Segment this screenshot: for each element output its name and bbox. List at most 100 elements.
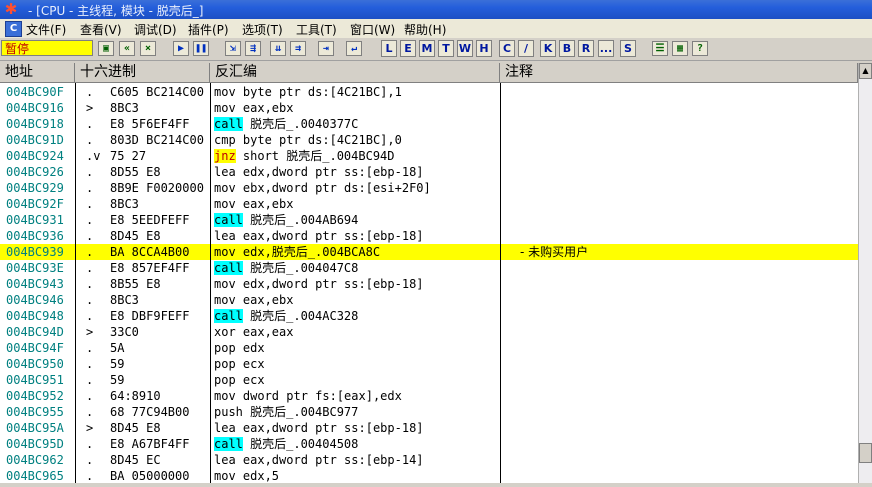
row-address: 004BC924	[6, 149, 64, 163]
column-header-hex[interactable]: 十六进制	[75, 63, 210, 83]
grid-icon[interactable]: ▦	[672, 41, 688, 56]
memory-window-button[interactable]: M	[419, 40, 435, 57]
call-stack-button[interactable]: K	[540, 40, 556, 57]
menu-tools[interactable]: 工具(T)	[296, 21, 337, 38]
scroll-up-icon[interactable]: ▲	[859, 63, 872, 79]
column-header-address[interactable]: 地址	[0, 63, 75, 83]
instruction-row[interactable]: 004BC965. BA 05000000 mov edx,5	[0, 468, 858, 484]
menu-view[interactable]: 查看(V)	[80, 21, 122, 38]
help-icon[interactable]: ?	[692, 41, 708, 56]
instruction-row[interactable]: 004BC916 >8BC3 mov eax,ebx	[0, 100, 858, 116]
cpu-window-button[interactable]: C	[499, 40, 515, 57]
instruction-row[interactable]: 004BC94D >33C0 xor eax,eax	[0, 324, 858, 340]
instruction-row[interactable]: 004BC955. 68 77C94B00 push 脱壳后_.004BC977	[0, 404, 858, 420]
instruction-row[interactable]: 004BC952. 64:8910 mov dword ptr fs:[eax],e…	[0, 388, 858, 404]
row-hex-bytes: 8B55 E8	[110, 277, 161, 291]
toolbar: 暂停 ▣ « × ▶ ❚❚ ⇲ ⇶ ⇊ ⇉ ⇥ ↵ L E M T W H C …	[0, 38, 872, 61]
instruction-row[interactable]: 004BC95D. E8 A67BF4FF call 脱壳后_.00404508	[0, 436, 858, 452]
breakpoints-window-button[interactable]: B	[559, 40, 575, 57]
row-jump-marker: .	[86, 245, 94, 259]
row-address: 004BC931	[6, 213, 64, 227]
modules-window-button[interactable]: E	[400, 40, 416, 57]
log-window-button[interactable]: L	[381, 40, 397, 57]
row-hex-bytes: 803D BC214C00	[110, 133, 204, 147]
row-disassembly: mov byte ptr ds:[4C21BC],1	[214, 85, 402, 99]
instruction-row[interactable]: 004BC92F. 8BC3 mov eax,ebx	[0, 196, 858, 212]
instruction-row[interactable]: 004BC946. 8BC3 mov eax,ebx	[0, 292, 858, 308]
trace-over-icon[interactable]: ⇉	[290, 41, 306, 56]
instruction-row[interactable]: 004BC918. E8 5F6EF4FF call 脱壳后_.0040377C	[0, 116, 858, 132]
pause-icon[interactable]: ❚❚	[193, 41, 209, 56]
row-disassembly: cmp byte ptr ds:[4C21BC],0	[214, 133, 402, 147]
close-process-icon[interactable]: ×	[140, 41, 156, 56]
row-address: 004BC943	[6, 277, 64, 291]
instruction-row[interactable]: 004BC929. 8B9E F0020000 mov ebx,dword ptr …	[0, 180, 858, 196]
selected-instruction-row[interactable]: 004BC939. BA 8CCA4B00 mov edx,脱壳后_.004BCA8…	[0, 244, 858, 260]
menu-window[interactable]: 窗口(W)	[350, 21, 395, 38]
instruction-row[interactable]: 004BC948. E8 DBF9FEFF call 脱壳后_.004AC328	[0, 308, 858, 324]
row-jump-marker: .	[86, 181, 94, 195]
cpu-window-icon[interactable]: C	[5, 21, 22, 37]
handles-window-button[interactable]: H	[476, 40, 492, 57]
patches-window-button[interactable]: /	[518, 40, 534, 57]
instruction-row[interactable]: 004BC93E. E8 857EF4FF call 脱壳后_.004047C8	[0, 260, 858, 276]
row-jump-marker: .	[86, 389, 94, 403]
row-disassembly: mov ebx,dword ptr ds:[esi+2F0]	[214, 181, 431, 195]
menu-plugins[interactable]: 插件(P)	[188, 21, 229, 38]
source-window-button[interactable]: S	[620, 40, 636, 57]
execute-till-return-icon[interactable]: ⇥	[318, 41, 334, 56]
row-hex-bytes: 5A	[110, 341, 125, 355]
vertical-scrollbar[interactable]: ▲	[858, 63, 872, 485]
row-address: 004BC929	[6, 181, 64, 195]
row-jump-marker: .	[86, 437, 94, 451]
column-header-disasm[interactable]: 反汇编	[210, 63, 500, 83]
menu-options[interactable]: 选项(T)	[242, 21, 283, 38]
row-jump-marker: .v	[86, 149, 101, 163]
row-address: 004BC939	[6, 245, 64, 259]
row-disassembly: pop edx	[214, 341, 265, 355]
instruction-row[interactable]: 004BC962. 8D45 EC lea eax,dword ptr ss:[eb…	[0, 452, 858, 468]
instruction-row[interactable]: 004BC95A >8D45 E8 lea eax,dword ptr ss:[eb…	[0, 420, 858, 436]
cpu-disassembly-pane[interactable]: 地址 十六进制 反汇编 注释 004BC90F. C605 BC214C00 mov…	[0, 63, 858, 485]
row-address: 004BC948	[6, 309, 64, 323]
row-disassembly: pop ecx	[214, 373, 265, 387]
references-window-button[interactable]: R	[578, 40, 594, 57]
row-jump-marker: >	[86, 101, 94, 115]
row-address: 004BC95A	[6, 421, 64, 435]
instruction-row[interactable]: 004BC951. 59 pop ecx	[0, 372, 858, 388]
list-icon[interactable]: ☰	[652, 41, 668, 56]
instruction-row[interactable]: 004BC91D. 803D BC214C00 cmp byte ptr ds:[4…	[0, 132, 858, 148]
menu-help[interactable]: 帮助(H)	[404, 21, 446, 38]
row-jump-marker: .	[86, 117, 94, 131]
run-trace-button[interactable]: ...	[598, 40, 614, 57]
goto-icon[interactable]: ↵	[346, 41, 362, 56]
row-jump-marker: .	[86, 453, 94, 467]
window-title: - [CPU - 主线程, 模块 - 脱壳后_]	[28, 4, 204, 18]
row-address: 004BC962	[6, 453, 64, 467]
row-hex-bytes: 59	[110, 357, 125, 371]
row-hex-bytes: 8BC3	[110, 293, 139, 307]
instruction-row[interactable]: 004BC943. 8B55 E8 mov edx,dword ptr ss:[eb…	[0, 276, 858, 292]
menu-file[interactable]: 文件(F)	[26, 21, 66, 38]
step-into-icon[interactable]: ⇲	[225, 41, 241, 56]
open-icon[interactable]: ▣	[98, 41, 114, 56]
column-header-comment[interactable]: 注释	[500, 63, 858, 83]
restart-icon[interactable]: «	[119, 41, 135, 56]
row-disassembly: pop ecx	[214, 357, 265, 371]
scroll-thumb[interactable]	[859, 443, 872, 463]
instruction-row[interactable]: 004BC924 .v 75 27 jnz short 脱壳后_.004BC94D	[0, 148, 858, 164]
row-hex-bytes: E8 A67BF4FF	[110, 437, 190, 451]
trace-into-icon[interactable]: ⇊	[270, 41, 286, 56]
instruction-row[interactable]: 004BC950. 59 pop ecx	[0, 356, 858, 372]
instruction-row[interactable]: 004BC936. 8D45 E8 lea eax,dword ptr ss:[eb…	[0, 228, 858, 244]
instruction-row[interactable]: 004BC90F. C605 BC214C00 mov byte ptr ds:[4…	[0, 84, 858, 100]
windows-window-button[interactable]: W	[457, 40, 473, 57]
run-icon[interactable]: ▶	[173, 41, 189, 56]
threads-window-button[interactable]: T	[438, 40, 454, 57]
instruction-row[interactable]: 004BC94F. 5A pop edx	[0, 340, 858, 356]
step-over-icon[interactable]: ⇶	[245, 41, 261, 56]
instruction-row[interactable]: 004BC931. E8 5EEDFEFF call 脱壳后_.004AB694	[0, 212, 858, 228]
menu-debug[interactable]: 调试(D)	[134, 21, 177, 38]
instruction-row[interactable]: 004BC926. 8D55 E8 lea edx,dword ptr ss:[eb…	[0, 164, 858, 180]
ollydbg-bug-icon[interactable]: ✱	[3, 1, 19, 17]
